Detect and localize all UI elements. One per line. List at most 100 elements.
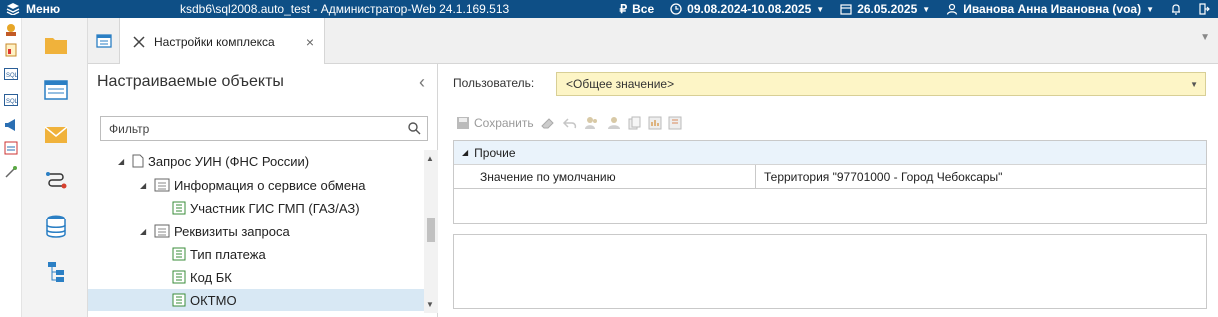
- tree-node[interactable]: Тип платежа: [172, 243, 266, 265]
- tree-node-selected[interactable]: ОКТМО: [88, 289, 424, 311]
- user-label: Пользователь:: [453, 76, 535, 90]
- tab-bar: Настройки комплекса × ▼: [88, 18, 1218, 65]
- document-icon: [132, 154, 144, 168]
- folder-icon[interactable]: [42, 31, 70, 59]
- mail-icon[interactable]: [42, 121, 70, 149]
- chevron-down-icon: ▼: [816, 4, 825, 14]
- tab-complex-settings[interactable]: Настройки комплекса ×: [120, 18, 325, 65]
- window-icon: [95, 34, 112, 48]
- hierarchy-icon[interactable]: [42, 258, 70, 286]
- tree-node-label: Запрос УИН (ФНС России): [148, 153, 310, 169]
- title-bar: Меню ksdb6\sql2008.auto_test - Администр…: [0, 0, 1218, 18]
- copy-icon[interactable]: [628, 116, 642, 130]
- notifications-button[interactable]: [1170, 3, 1182, 15]
- user-group-icon[interactable]: [584, 116, 600, 130]
- chevron-down-icon[interactable]: ▼: [1190, 80, 1198, 89]
- eraser-icon[interactable]: [540, 116, 556, 130]
- setting-icon: [172, 293, 186, 307]
- tab-label: Настройки комплекса: [154, 34, 275, 49]
- tree-node-label: ОКТМО: [190, 292, 237, 308]
- expand-triangle-icon[interactable]: ◢: [118, 157, 128, 166]
- tree-node[interactable]: ◢ Запрос УИН (ФНС России): [118, 150, 309, 172]
- export-icon[interactable]: [648, 116, 662, 130]
- setting-icon: [172, 247, 186, 261]
- scroll-up-icon[interactable]: ▲: [426, 154, 434, 163]
- setting-icon: [172, 201, 186, 215]
- scope-label: Все: [632, 2, 655, 16]
- objects-tree: ◢ Запрос УИН (ФНС России) ◢ Информация о…: [88, 150, 424, 317]
- group-label: Прочие: [474, 145, 516, 160]
- menu-button[interactable]: Меню: [0, 2, 172, 16]
- tree-node-label: Участник ГИС ГМП (ГАЗ/АЗ): [190, 200, 360, 216]
- filter-placeholder: Фильтр: [109, 121, 150, 136]
- sql-icon[interactable]: SQL: [3, 66, 19, 82]
- user-selector[interactable]: Иванова Анна Ивановна (voa) ▼: [946, 2, 1154, 16]
- user-select[interactable]: <Общее значение> ▼: [556, 72, 1206, 96]
- setting-row[interactable]: Значение по умолчанию Территория "977010…: [454, 165, 1206, 189]
- workflow-icon[interactable]: [42, 166, 70, 194]
- tree-scrollbar[interactable]: ▲ ▼: [424, 150, 438, 313]
- left-navigation: [22, 18, 88, 317]
- user-select-value: <Общее значение>: [566, 77, 675, 91]
- tab-home[interactable]: [88, 18, 120, 64]
- user-icon: [947, 3, 958, 15]
- window-title: ksdb6\sql2008.auto_test - Администратор-…: [180, 2, 510, 16]
- expand-triangle-icon[interactable]: ◢: [140, 227, 150, 236]
- search-icon[interactable]: [407, 121, 421, 135]
- filter-input[interactable]: Фильтр: [100, 116, 428, 141]
- settings-grid: ◢ Прочие Значение по умолчанию Территори…: [453, 140, 1207, 224]
- tools-icon[interactable]: [3, 22, 19, 38]
- tree-node-label: Информация о сервисе обмена: [174, 177, 366, 193]
- scrollbar-thumb[interactable]: [427, 218, 435, 242]
- table-icon[interactable]: [42, 76, 70, 104]
- calendar-icon: [840, 4, 852, 15]
- user-name: Иванова Анна Ивановна (voa): [963, 2, 1142, 16]
- chevron-down-icon: ▼: [922, 4, 931, 14]
- section-icon: [154, 178, 170, 192]
- tree-node-label: Тип платежа: [190, 246, 266, 262]
- save-button[interactable]: Сохранить: [456, 116, 534, 130]
- date-value: 26.05.2025: [857, 2, 918, 16]
- period-selector[interactable]: 09.08.2024-10.08.2025 ▼: [670, 2, 824, 16]
- svg-text:SQL: SQL: [6, 99, 18, 105]
- setting-icon: [172, 270, 186, 284]
- collapse-panel-chevron-left-icon[interactable]: ‹: [419, 72, 425, 93]
- scope-selector[interactable]: ₽ Все: [620, 2, 655, 16]
- tree-node[interactable]: Участник ГИС ГМП (ГАЗ/АЗ): [172, 197, 360, 219]
- tree-node[interactable]: ◢ Информация о сервисе обмена: [140, 174, 365, 196]
- app-logo-icon: [6, 3, 20, 15]
- close-icon[interactable]: ×: [300, 34, 320, 50]
- calendar-icon[interactable]: [3, 140, 19, 156]
- report-icon[interactable]: [3, 42, 19, 58]
- setting-name: Значение по умолчанию: [454, 165, 756, 188]
- undo-icon[interactable]: [562, 116, 578, 130]
- expand-triangle-icon[interactable]: ◢: [140, 181, 150, 190]
- sql-icon[interactable]: SQL: [3, 92, 19, 108]
- save-label: Сохранить: [474, 116, 534, 130]
- collapse-triangle-icon[interactable]: ◢: [462, 148, 468, 157]
- tree-node[interactable]: ◢ Реквизиты запроса: [140, 220, 290, 242]
- tabs-overflow-chevron-icon[interactable]: ▼: [1200, 32, 1210, 43]
- settings-toolbar: Сохранить: [456, 113, 682, 133]
- user-icon[interactable]: [606, 116, 622, 130]
- import-icon[interactable]: [668, 116, 682, 130]
- quick-tools-bar: SQL SQL: [0, 18, 22, 317]
- date-selector[interactable]: 26.05.2025 ▼: [840, 2, 930, 16]
- group-header[interactable]: ◢ Прочие: [454, 141, 1206, 165]
- save-icon: [457, 117, 469, 129]
- tree-node[interactable]: Код БК: [172, 266, 232, 288]
- settings-panel: Пользователь: <Общее значение> ▼ Сохрани…: [438, 64, 1218, 317]
- bell-icon: [1172, 4, 1180, 15]
- exit-button[interactable]: [1198, 3, 1210, 15]
- panel-title: Настраиваемые объекты: [97, 73, 284, 90]
- wand-icon[interactable]: [3, 164, 19, 180]
- ruble-icon: ₽: [619, 2, 628, 16]
- scroll-down-icon[interactable]: ▼: [426, 300, 434, 309]
- clock-icon: [670, 3, 682, 15]
- menu-label: Меню: [26, 2, 61, 16]
- database-icon[interactable]: [42, 213, 70, 241]
- section-icon: [154, 224, 170, 238]
- setting-value[interactable]: Территория "97701000 - Город Чебоксары": [756, 170, 1206, 184]
- description-panel: [453, 234, 1207, 309]
- megaphone-icon[interactable]: [3, 117, 19, 133]
